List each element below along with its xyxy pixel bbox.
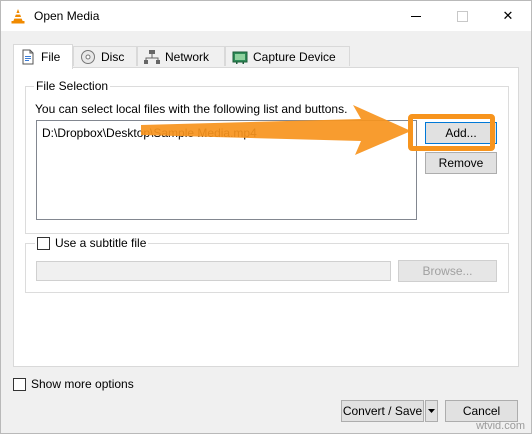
file-tab-page: File Selection You can select local file… xyxy=(13,67,519,367)
chevron-down-icon xyxy=(428,409,435,413)
tab-file-label: File xyxy=(41,50,61,64)
tab-capture-device[interactable]: Capture Device xyxy=(225,46,350,66)
open-media-dialog: Open Media ✕ File Disc Network Capture D… xyxy=(0,0,532,434)
tab-network[interactable]: Network xyxy=(137,46,225,66)
convert-save-button[interactable]: Convert / Save xyxy=(341,400,424,422)
subtitle-checkbox[interactable] xyxy=(37,236,50,250)
maximize-button[interactable] xyxy=(439,1,485,31)
tab-disc-label: Disc xyxy=(101,49,125,64)
network-icon xyxy=(144,49,160,64)
file-selection-legend: File Selection xyxy=(34,79,111,93)
disc-icon xyxy=(81,49,95,64)
close-button[interactable]: ✕ xyxy=(485,1,531,31)
window-title: Open Media xyxy=(34,9,100,23)
tab-capture-label: Capture Device xyxy=(253,49,336,64)
capture-device-icon xyxy=(232,51,248,64)
add-button[interactable]: Add... xyxy=(425,122,497,144)
subtitle-checkbox-row[interactable]: Use a subtitle file xyxy=(35,236,149,250)
minimize-button[interactable] xyxy=(393,1,439,31)
convert-options-dropdown[interactable] xyxy=(425,400,438,422)
file-selection-hint: You can select local files with the foll… xyxy=(35,102,348,116)
close-icon: ✕ xyxy=(502,8,514,23)
vlc-cone-icon xyxy=(11,9,25,24)
title-bar: Open Media ✕ xyxy=(1,1,531,31)
show-more-options-label: Show more options xyxy=(31,377,134,391)
show-more-options-row[interactable]: Show more options xyxy=(13,377,134,391)
cancel-button[interactable]: Cancel xyxy=(445,400,518,422)
tab-file[interactable]: File xyxy=(13,44,73,69)
subtitle-path-field xyxy=(36,261,391,281)
minimize-icon xyxy=(411,15,421,17)
list-item[interactable]: D:\Dropbox\Desktop\Sample Media.mp4 xyxy=(42,126,257,140)
tab-network-label: Network xyxy=(165,49,210,64)
subtitle-checkbox-label: Use a subtitle file xyxy=(55,236,147,250)
show-more-options-checkbox[interactable] xyxy=(13,377,26,391)
tab-disc[interactable]: Disc xyxy=(73,46,137,66)
convert-save-split-button: Convert / Save xyxy=(341,400,438,422)
file-icon xyxy=(22,49,34,65)
remove-button[interactable]: Remove xyxy=(425,152,497,174)
maximize-icon xyxy=(456,10,468,22)
browse-button: Browse... xyxy=(398,260,497,282)
file-list[interactable]: D:\Dropbox\Desktop\Sample Media.mp4 xyxy=(36,120,417,220)
